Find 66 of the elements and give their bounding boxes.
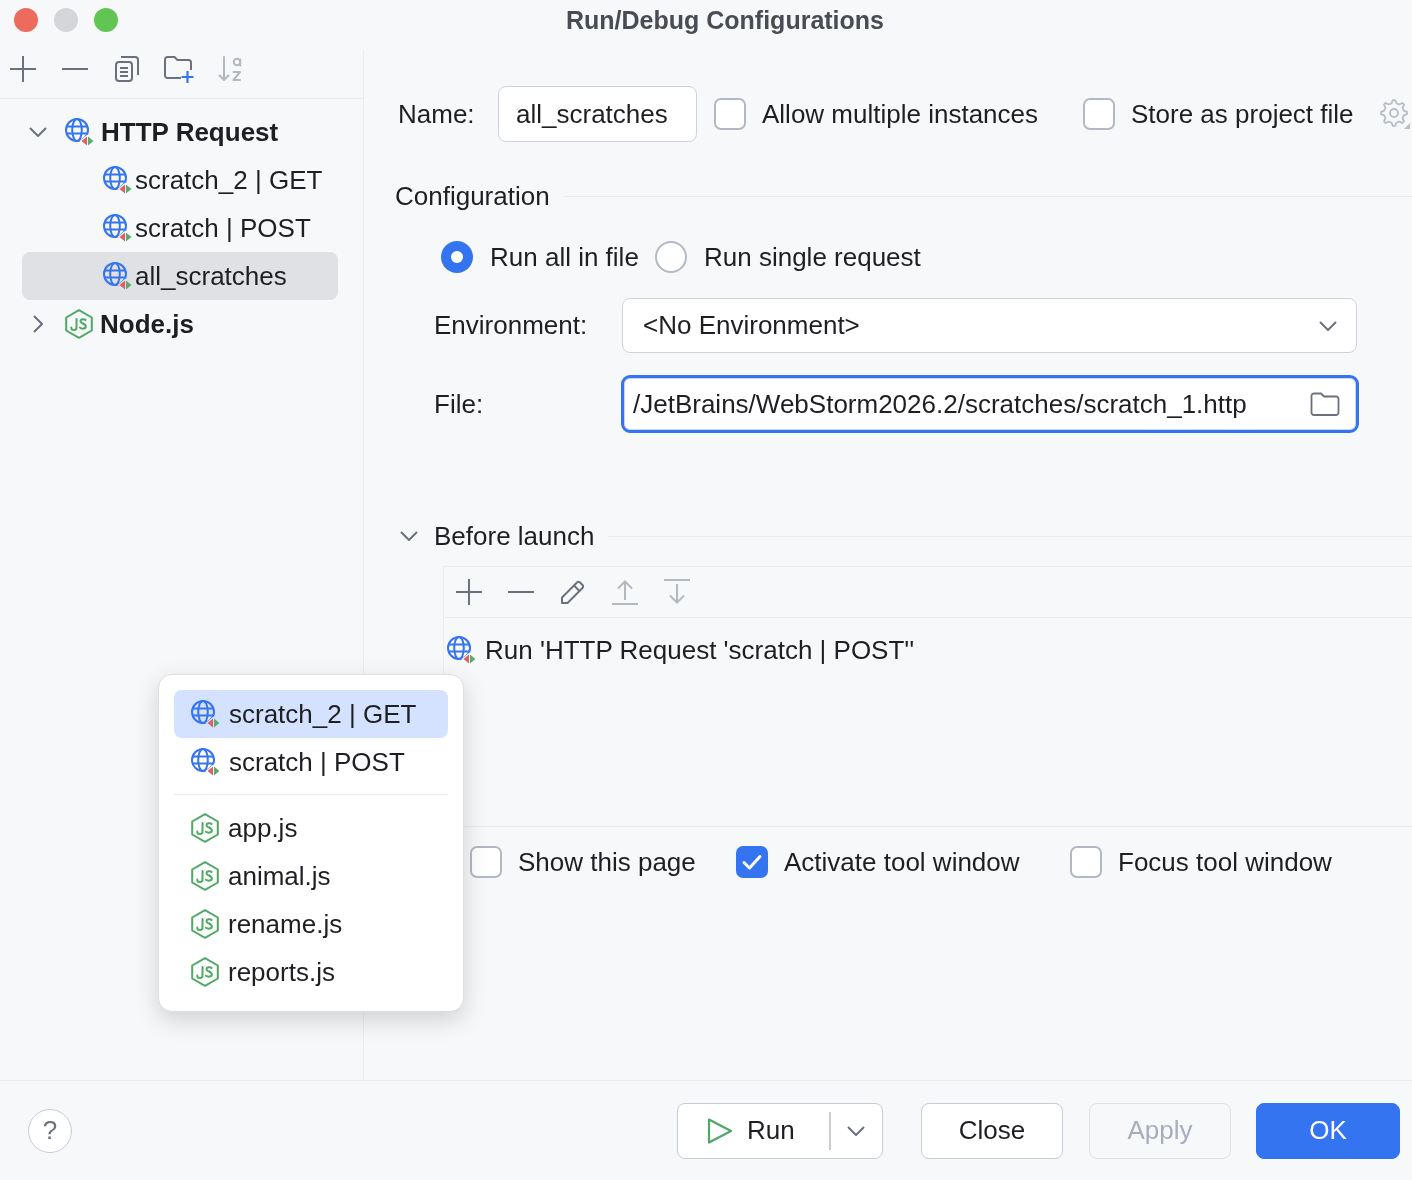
menu-item[interactable]: app.js [174, 804, 448, 852]
hexagon-icon [191, 909, 219, 939]
checkbox[interactable] [714, 98, 746, 130]
checkbox-label[interactable]: Allow multiple instances [762, 98, 1083, 130]
hexagon-icon [191, 957, 219, 987]
ok-button[interactable]: OK [1256, 1102, 1400, 1159]
checkbox-label[interactable]: Activate tool window [784, 846, 1070, 878]
checkbox[interactable] [1083, 98, 1115, 130]
checkbox[interactable] [1070, 846, 1102, 878]
zoom-icon[interactable] [94, 8, 118, 32]
checkbox-label[interactable]: Show this page [518, 846, 736, 878]
checkbox-label[interactable]: Store as project file [1131, 98, 1354, 130]
menu-item[interactable]: animal.js [174, 852, 448, 900]
tree-item[interactable]: HTTP Request [22, 108, 338, 156]
globe-icon [103, 213, 132, 243]
radio-button[interactable] [655, 241, 687, 273]
settings-icon[interactable] [1380, 99, 1410, 129]
chevron-right-icon[interactable] [33, 315, 43, 333]
globe-icon [447, 635, 476, 665]
field-label: File: [434, 388, 485, 420]
section-title[interactable]: Before launch [434, 520, 595, 552]
field-label: Name: [398, 98, 476, 130]
close-button[interactable]: Close [921, 1102, 1063, 1159]
plus-icon[interactable] [456, 579, 482, 605]
chevron-down-icon[interactable] [29, 127, 47, 137]
folder-icon[interactable] [1310, 392, 1340, 416]
radio-label[interactable]: Run all in file [490, 241, 655, 273]
folder-plus-icon[interactable] [164, 55, 194, 83]
menu-item[interactable]: rename.js [174, 900, 448, 948]
hexagon-icon [191, 861, 219, 891]
environment-dropdown[interactable]: <No Environment> [622, 298, 1357, 353]
section-title: Configuration [395, 180, 550, 212]
tree-item[interactable]: Node.js [22, 300, 338, 348]
radio-button[interactable] [441, 241, 473, 273]
name-field[interactable]: all_scratches [498, 86, 697, 142]
window-title: Run/Debug Configurations [566, 5, 884, 35]
copy-icon[interactable] [115, 56, 139, 82]
checkbox[interactable] [736, 846, 768, 878]
menu-item[interactable]: scratch_2 | GET [174, 690, 448, 738]
hexagon-icon [65, 309, 93, 339]
globe-icon [65, 117, 94, 147]
chevron-down-icon[interactable] [400, 531, 418, 541]
chevron-down-icon[interactable] [847, 1125, 866, 1136]
plus-icon[interactable] [10, 56, 36, 82]
tree-item[interactable]: scratch | POST [22, 204, 338, 252]
globe-icon [103, 261, 132, 291]
globe-icon [103, 165, 132, 195]
run-button[interactable]: Run [678, 1103, 829, 1158]
checkbox-label[interactable]: Focus tool window [1118, 846, 1332, 878]
checkbox[interactable] [470, 846, 502, 878]
file-field[interactable]: /JetBrains/WebStorm2026.2/scratches/scratch_1.http [621, 375, 1359, 433]
menu-item[interactable]: reports.js [174, 948, 448, 996]
pencil-icon[interactable] [560, 579, 586, 605]
globe-icon [191, 747, 220, 777]
chevron-down-icon[interactable] [1319, 320, 1337, 331]
menu-item[interactable]: scratch | POST [174, 738, 448, 786]
radio-label[interactable]: Run single request [704, 241, 921, 273]
globe-icon [191, 699, 220, 729]
tree-item[interactable]: all_scratches [22, 252, 338, 300]
play-icon [707, 1116, 733, 1145]
task-item[interactable]: Run 'HTTP Request 'scratch | POST'' [444, 626, 1412, 674]
hexagon-icon [191, 813, 219, 843]
help-button[interactable]: ? [28, 1108, 72, 1153]
close-icon[interactable] [14, 8, 38, 32]
field-label: Environment: [434, 310, 589, 341]
tree-item[interactable]: scratch_2 | GET [22, 156, 338, 204]
